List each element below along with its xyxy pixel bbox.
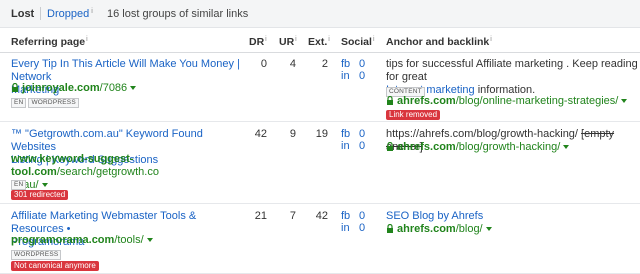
backlink-url[interactable]: ahrefs.com/blog/ xyxy=(386,223,492,236)
referring-page-title-line1[interactable]: ™ "Getgrowth.com.au" Keyword Found Websi… xyxy=(11,128,246,154)
backlink-path[interactable]: /blog/online-marketing-strategies/ xyxy=(456,95,619,107)
info-icon[interactable]: i xyxy=(490,36,492,43)
groups-summary: 16 lost groups of similar links xyxy=(107,8,249,20)
caret-down-icon[interactable] xyxy=(130,86,137,90)
col-dr[interactable]: DRi xyxy=(249,36,267,48)
backlink-domain[interactable]: ahrefs.com xyxy=(397,223,456,235)
ur-value: 9 xyxy=(289,128,296,140)
cms-tag: WORDPRESS xyxy=(28,98,79,108)
col-referring-page[interactable]: Referring pagei xyxy=(11,36,88,48)
col-anchor-label: Anchor and backlink xyxy=(386,36,490,48)
backlink-path[interactable]: /blog/growth-hacking/ xyxy=(456,141,561,153)
in-count: 0 xyxy=(359,222,366,234)
ur-value: 7 xyxy=(289,210,296,222)
col-dr-label: DR xyxy=(249,36,265,48)
info-icon[interactable]: i xyxy=(328,36,330,43)
tab-dropped[interactable]: Dropped i xyxy=(47,8,93,20)
caret-down-icon[interactable] xyxy=(563,145,570,149)
language-tag: EN xyxy=(11,98,27,108)
info-icon[interactable]: i xyxy=(373,36,375,43)
lock-icon xyxy=(387,142,393,151)
referring-path[interactable]: /search/getgrowth.co xyxy=(57,166,159,178)
col-social[interactable]: Sociali xyxy=(341,36,375,48)
anchor-url-text: https://ahrefs.com/blog/growth-hacking/ xyxy=(386,128,578,140)
fb-label: fb xyxy=(341,210,351,222)
dr-value: 21 xyxy=(254,210,267,222)
in-label: in xyxy=(341,222,350,234)
lock-icon xyxy=(387,96,393,105)
anchor-link[interactable]: SEO Blog by Ahrefs xyxy=(386,210,483,222)
backlink-domain[interactable]: ahrefs.com xyxy=(397,95,456,107)
info-icon[interactable]: i xyxy=(295,36,297,43)
fb-label: fb xyxy=(341,58,351,70)
in-count: 0 xyxy=(359,140,366,152)
in-count: 0 xyxy=(359,70,366,82)
tab-separator xyxy=(40,7,41,20)
in-label: in xyxy=(341,70,350,82)
backlink-url[interactable]: ahrefs.com/blog/growth-hacking/ xyxy=(386,141,570,154)
header-divider xyxy=(0,52,640,53)
caret-down-icon[interactable] xyxy=(41,183,48,187)
referring-domain[interactable]: joinroyale.com xyxy=(22,82,100,94)
ext-value[interactable]: 2 xyxy=(308,58,328,71)
referring-page-url[interactable]: programorama.com/tools/ xyxy=(11,234,153,247)
info-icon[interactable]: i xyxy=(265,36,267,43)
col-ur[interactable]: URi xyxy=(279,36,297,48)
social-in[interactable]: in 0 xyxy=(341,222,371,235)
ur-value: 4 xyxy=(289,58,296,70)
status-badge-cell: Link removed xyxy=(386,108,441,121)
info-icon[interactable]: i xyxy=(91,8,93,15)
referring-page-title-line1[interactable]: Affiliate Marketing Webmaster Tools & Re… xyxy=(11,210,246,236)
anchor-text-line1: tips for successful Affiliate marketing … xyxy=(386,58,638,83)
status-badge-cell: 301 redirected xyxy=(11,188,69,201)
referring-path[interactable]: /tools/ xyxy=(114,234,143,246)
backlink-domain[interactable]: ahrefs.com xyxy=(397,141,456,153)
lock-icon xyxy=(387,224,393,233)
col-ur-label: UR xyxy=(279,36,295,48)
backlink-url[interactable]: ahrefs.com/blog/online-marketing-strateg… xyxy=(386,95,628,108)
col-ext-label: Ext. xyxy=(308,36,328,48)
ext-value[interactable]: 19 xyxy=(308,128,328,141)
backlink-path[interactable]: /blog/ xyxy=(456,223,483,235)
filter-bar: Lost Dropped i 16 lost groups of similar … xyxy=(0,0,640,28)
in-label: in xyxy=(341,140,350,152)
status-badge: Link removed xyxy=(386,110,441,120)
dr-value: 42 xyxy=(254,128,267,140)
caret-down-icon[interactable] xyxy=(485,227,492,231)
col-ext[interactable]: Ext.i xyxy=(308,36,330,48)
row-divider xyxy=(0,203,640,204)
status-badge: Not canonical anymore xyxy=(11,261,99,271)
info-icon[interactable]: i xyxy=(86,36,88,43)
referring-path[interactable]: /7086 xyxy=(100,82,128,94)
social-in[interactable]: in 0 xyxy=(341,140,371,153)
social-in[interactable]: in 0 xyxy=(341,70,371,83)
caret-down-icon[interactable] xyxy=(146,238,153,242)
caret-down-icon[interactable] xyxy=(621,99,628,103)
status-badge-cell: Not canonical anymore xyxy=(11,259,99,272)
page-tags: EN WORDPRESS xyxy=(11,95,81,108)
status-badge: 301 redirected xyxy=(11,190,69,200)
tab-dropped-label: Dropped xyxy=(47,8,90,20)
tab-lost[interactable]: Lost xyxy=(11,8,34,20)
anchor-text: SEO Blog by Ahrefs xyxy=(386,210,483,223)
row-divider xyxy=(0,121,640,122)
col-referring-page-label: Referring page xyxy=(11,36,86,48)
ext-value[interactable]: 42 xyxy=(308,210,328,223)
dr-value: 0 xyxy=(260,58,267,70)
referring-page-url[interactable]: joinroyale.com/7086 xyxy=(11,82,137,95)
referring-page-title-line1[interactable]: Every Tip In This Article Will Make You … xyxy=(11,58,246,84)
fb-label: fb xyxy=(341,128,351,140)
col-anchor[interactable]: Anchor and backlinki xyxy=(386,36,492,48)
lock-icon xyxy=(12,83,18,92)
referring-domain[interactable]: programorama.com xyxy=(11,234,114,246)
referring-page-url[interactable]: www.keyword-suggest-tool.com/search/getg… xyxy=(11,153,246,192)
col-social-label: Social xyxy=(341,36,372,48)
